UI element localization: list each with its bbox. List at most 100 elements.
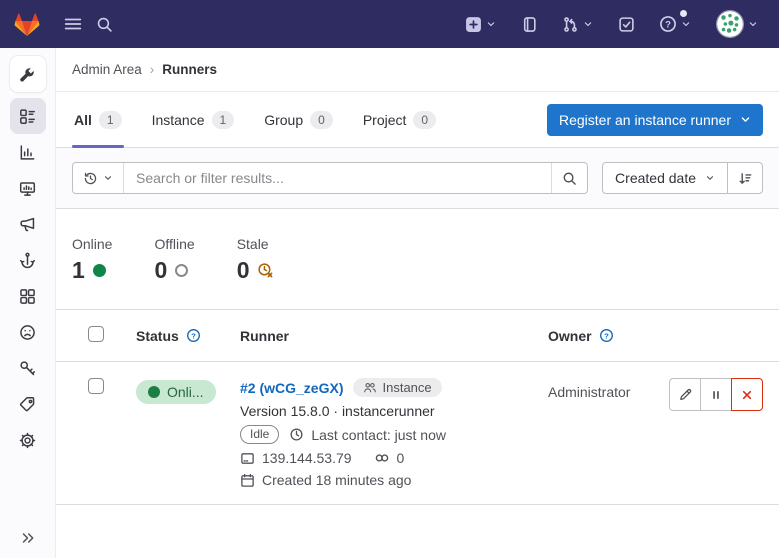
sidebar-item-labels[interactable] [10,386,46,422]
sidebar-item-overview[interactable] [10,98,46,134]
chevron-down-icon [740,114,751,125]
search-input[interactable] [124,163,551,193]
chevron-down-icon [705,173,715,183]
breadcrumb-admin-area[interactable]: Admin Area [72,62,142,77]
breadcrumb-runners: Runners [162,62,217,77]
sidebar-item-deploy-keys[interactable] [10,350,46,386]
chevron-down-icon [103,173,113,183]
search-submit-button[interactable] [551,163,587,193]
stat-offline: Offline 0 [154,236,194,284]
runner-type-tabs: All 1 Instance 1 Group 0 Project 0 Regis… [56,92,779,148]
runner-actions [669,378,763,411]
created-time: Created 18 minutes ago [262,472,411,488]
sidebar-item-system-hooks[interactable] [10,242,46,278]
tab-label: Instance [152,112,205,128]
sidebar-item-settings[interactable] [10,422,46,458]
chevron-down-icon [485,18,497,30]
tab-all[interactable]: All 1 [72,92,124,147]
svg-text:?: ? [665,19,671,30]
stat-value: 1 [72,257,85,284]
sort-direction-button[interactable] [727,163,762,193]
status-help-icon[interactable]: ? [186,328,201,343]
close-icon [740,388,754,402]
gear-icon [19,432,36,449]
grid-icon [19,288,36,305]
owner-help-icon[interactable]: ? [599,328,614,343]
todos-button[interactable] [614,12,639,37]
runner-link[interactable]: #2 (wCG_zeGX) [240,380,343,396]
jobs-count: 0 [397,450,405,466]
edit-runner-button[interactable] [669,378,701,411]
issues-button[interactable] [517,12,542,37]
sort-descending-icon [738,171,753,186]
register-instance-runner-button[interactable]: Register an instance runner [547,104,763,136]
svg-text:?: ? [191,331,196,340]
sidebar-expand-button[interactable] [20,530,36,546]
runner-version: Version 15.8.0 · instancerunner [240,403,548,419]
sidebar-item-monitoring[interactable] [10,170,46,206]
tab-label: Group [264,112,303,128]
merge-requests-button[interactable] [558,12,598,37]
notification-dot [680,10,687,17]
gitlab-logo-icon[interactable] [14,12,40,37]
sort-control: Created date [602,162,763,194]
row-checkbox[interactable] [88,378,104,394]
todo-check-icon [618,16,635,33]
tab-label: Project [363,112,407,128]
frown-face-icon [19,324,36,341]
stat-online: Online 1 [72,236,112,284]
status-badge-label: Onli... [167,384,204,400]
tab-project[interactable]: Project 0 [361,92,438,147]
breadcrumb-separator: › [150,62,155,77]
hamburger-menu-button[interactable] [60,11,86,37]
pause-icon [709,388,723,402]
sidebar-item-applications[interactable] [10,278,46,314]
merge-request-icon [562,16,579,33]
breadcrumb: Admin Area › Runners [56,48,779,92]
runner-ip: 139.144.53.79 [262,450,352,466]
sidebar-item-abuse-reports[interactable] [10,314,46,350]
bar-chart-icon [19,144,36,161]
sidebar-item-messages[interactable] [10,206,46,242]
delete-runner-button[interactable] [731,378,763,411]
new-menu-button[interactable] [461,12,501,37]
offline-ring-icon [175,264,188,277]
tab-instance[interactable]: Instance 1 [150,92,237,147]
clock-icon [289,427,304,442]
sidebar-item-analytics[interactable] [10,134,46,170]
idle-badge: Idle [240,425,279,444]
runner-type-label: Instance [382,380,431,395]
label-tag-icon [19,396,36,413]
sort-by-dropdown[interactable]: Created date [603,163,727,193]
help-menu-button[interactable]: ? [655,11,696,37]
user-menu-button[interactable] [712,6,763,42]
sort-by-label: Created date [615,170,696,186]
owner-header-label: Owner [548,328,592,344]
runner-header-label: Runner [240,328,289,344]
tab-group[interactable]: Group 0 [262,92,335,147]
history-icon [83,171,98,186]
runner-table-header: Status ? Runner Owner ? [56,309,779,362]
sidebar-item-admin-area[interactable] [10,56,46,92]
link-icon [374,450,390,466]
status-header-label: Status [136,328,179,344]
select-all-checkbox[interactable] [88,326,104,342]
chevron-down-icon [747,18,759,30]
search-button[interactable] [92,12,117,37]
runner-stats: Online 1 Offline 0 Stale 0 [56,209,779,309]
users-icon [363,381,377,395]
last-contact: Last contact: just now [311,427,446,443]
pause-runner-button[interactable] [700,378,732,411]
top-navigation-bar: ? [0,0,779,48]
search-icon [562,171,577,186]
owner-link[interactable]: Administrator [548,384,630,400]
chevron-down-icon [582,18,594,30]
pencil-icon [678,387,693,402]
tab-count-badge: 0 [310,111,333,129]
stale-clock-icon [257,262,274,279]
admin-sidebar [0,48,56,558]
search-history-button[interactable] [73,163,124,193]
computer-icon [240,451,255,466]
megaphone-icon [19,216,36,233]
monitor-icon [19,180,36,197]
